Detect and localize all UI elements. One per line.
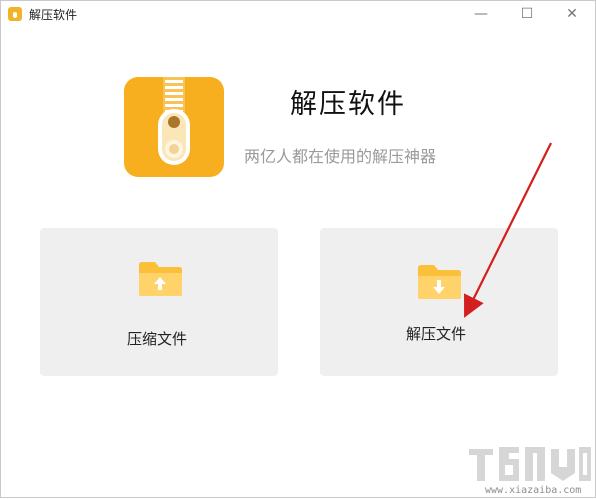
compress-files-label: 压缩文件: [127, 330, 188, 348]
folder-upload-icon: [137, 261, 183, 297]
window-title: 解压软件: [29, 8, 78, 22]
watermark-text: www.xiazaiba.com: [485, 485, 582, 496]
minimize-button[interactable]: —: [458, 1, 504, 29]
extract-files-button[interactable]: 解压文件: [320, 228, 558, 376]
app-icon: [8, 7, 22, 21]
maximize-button[interactable]: ☐: [504, 1, 550, 29]
folder-download-icon: [416, 264, 462, 300]
app-subtitle: 两亿人都在使用的解压神器: [244, 147, 437, 166]
app-title: 解压软件: [290, 89, 406, 120]
close-button[interactable]: ✕: [549, 1, 595, 29]
extract-files-label: 解压文件: [406, 325, 467, 343]
compress-files-button[interactable]: 压缩文件: [40, 228, 278, 376]
app-window: 解压软件 — ☐ ✕ 解压软件 两亿人都在使用的解压神器 压缩文件 解压文件 w…: [0, 0, 596, 498]
title-bar[interactable]: 解压软件 — ☐ ✕: [1, 1, 595, 29]
zipper-icon: [124, 77, 224, 177]
